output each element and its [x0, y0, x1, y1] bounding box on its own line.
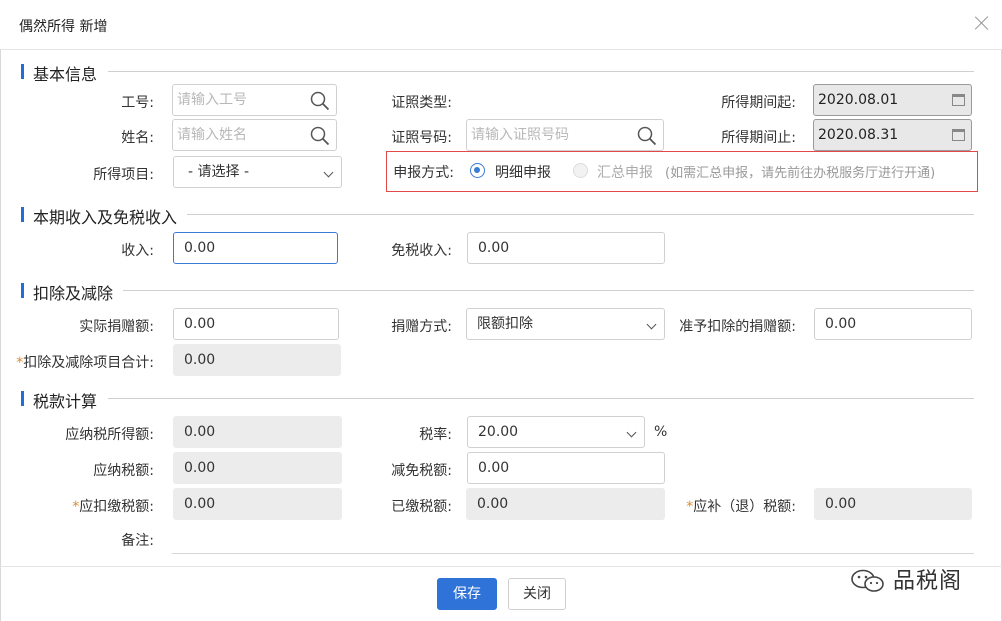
declare-note: (如需汇总申报，请先前往办税服务厅进行开通)	[665, 166, 936, 181]
tax-rate-unit: %	[654, 424, 668, 440]
income-label: 收入:	[121, 243, 154, 259]
name-label: 姓名:	[121, 130, 154, 146]
calendar-icon[interactable]	[952, 94, 965, 106]
emp-id-placeholder: 请输入工号	[177, 92, 247, 108]
refund-tax-label: *应补（退）税额:	[670, 496, 796, 516]
section-title-basic: 基本信息	[33, 65, 98, 84]
deduction-total-value: 0.00	[173, 344, 341, 376]
period-start-date[interactable]: 2020.08.01	[813, 84, 972, 116]
emp-id-label: 工号:	[121, 95, 154, 111]
donation-method-select[interactable]: 限额扣除	[466, 308, 665, 340]
save-button[interactable]: 保存	[437, 578, 497, 610]
income-item-value: - 请选择 -	[188, 164, 250, 180]
close-button[interactable]: 关闭	[508, 578, 566, 610]
window-border-left	[0, 0, 1, 621]
paid-tax-label: 已缴税额:	[391, 499, 452, 515]
watermark-text: 品税阁	[893, 569, 963, 594]
tax-payable-label: 应纳税额:	[93, 463, 154, 479]
chevron-down-icon	[646, 319, 657, 330]
section-divider	[108, 398, 974, 399]
id-type-label: 证照类型:	[391, 95, 452, 111]
withhold-tax-label: *应扣缴税额:	[40, 496, 154, 516]
id-no-label: 证照号码:	[391, 130, 452, 146]
donation-input[interactable]: 0.00	[173, 308, 339, 340]
period-start-value: 2020.08.01	[818, 92, 899, 108]
chevron-down-icon	[626, 427, 637, 438]
name-placeholder: 请输入姓名	[177, 127, 247, 143]
refund-tax-text: 应补（退）税额:	[693, 499, 796, 515]
id-no-placeholder: 请输入证照号码	[471, 127, 569, 143]
dialog-titlebar: 偶然所得 新增	[0, 0, 1002, 50]
remark-label: 备注:	[121, 533, 154, 549]
exempt-income-label: 免税收入:	[391, 243, 452, 259]
allowed-donation-label: 准予扣除的捐赠额:	[679, 319, 796, 335]
donation-method-label: 捐赠方式:	[391, 319, 452, 335]
section-divider	[108, 71, 974, 72]
income-item-select[interactable]: - 请选择 -	[173, 156, 342, 188]
emp-id-input[interactable]: 请输入工号	[172, 84, 337, 116]
tax-relief-input[interactable]: 0.00	[467, 452, 665, 484]
deduction-total-label: *扣除及减除项目合计:	[6, 352, 154, 372]
allowed-donation-input[interactable]: 0.00	[814, 308, 972, 340]
tax-rate-select[interactable]: 20.00	[467, 416, 645, 448]
section-title-tax: 税款计算	[33, 392, 98, 411]
declare-method-label: 申报方式:	[393, 165, 454, 181]
income-item-label: 所得项目:	[93, 167, 154, 183]
search-icon[interactable]	[310, 126, 330, 146]
dialog-title: 偶然所得 新增	[19, 19, 108, 35]
declare-summary-label: 汇总申报	[597, 165, 653, 181]
exempt-income-input[interactable]: 0.00	[467, 232, 665, 264]
income-input[interactable]: 0.00	[173, 232, 338, 264]
section-divider	[123, 290, 974, 291]
period-end-value: 2020.08.31	[818, 127, 899, 143]
section-title-deduction: 扣除及减除	[33, 284, 114, 303]
deduction-total-text: 扣除及减除项目合计:	[23, 355, 154, 371]
section-title-income: 本期收入及免税收入	[33, 208, 178, 227]
taxable-income-label: 应纳税所得额:	[65, 427, 154, 443]
donation-label: 实际捐赠额:	[79, 319, 154, 335]
tax-rate-value: 20.00	[478, 424, 519, 440]
name-input[interactable]: 请输入姓名	[172, 119, 337, 151]
search-icon[interactable]	[310, 91, 330, 111]
id-no-input[interactable]: 请输入证照号码	[466, 119, 664, 151]
search-icon[interactable]	[637, 126, 657, 146]
taxable-income-value: 0.00	[173, 416, 342, 448]
withhold-tax-value: 0.00	[173, 488, 342, 520]
withhold-tax-text: 应扣缴税额:	[79, 499, 154, 515]
chevron-down-icon	[323, 167, 334, 178]
donation-method-value: 限额扣除	[477, 316, 533, 332]
section-divider	[187, 214, 974, 215]
declare-summary-radio[interactable]	[573, 163, 588, 178]
footer-divider	[0, 566, 1002, 567]
wechat-icon	[851, 569, 884, 592]
declare-detail-radio[interactable]	[470, 163, 485, 178]
section-marker	[21, 207, 24, 222]
section-marker	[21, 283, 24, 298]
period-end-label: 所得期间止:	[721, 130, 796, 146]
remark-input[interactable]	[172, 522, 974, 554]
section-marker	[21, 64, 24, 79]
section-marker	[21, 391, 24, 406]
declare-detail-label[interactable]: 明细申报	[495, 162, 551, 182]
period-start-label: 所得期间起:	[721, 95, 796, 111]
paid-tax-value: 0.00	[466, 488, 665, 520]
tax-payable-value: 0.00	[173, 452, 342, 484]
close-icon[interactable]	[972, 13, 992, 33]
period-end-date[interactable]: 2020.08.31	[813, 119, 972, 151]
calendar-icon[interactable]	[952, 129, 965, 141]
tax-rate-label: 税率:	[419, 427, 452, 443]
tax-relief-label: 减免税额:	[391, 463, 452, 479]
refund-tax-value: 0.00	[814, 488, 972, 520]
